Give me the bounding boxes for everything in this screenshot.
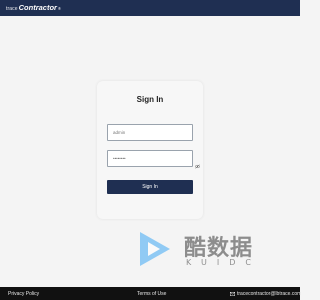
top-navbar: trace Contractor ® — [0, 0, 300, 16]
contact-email[interactable]: tracecontractor@lbtrace.com — [230, 291, 301, 297]
watermark-sub-text: KUIDC — [186, 258, 261, 267]
contact-email-text: tracecontractor@lbtrace.com — [237, 291, 302, 297]
play-icon — [140, 232, 170, 266]
watermark: 酷数据 KUIDC — [132, 226, 294, 272]
sign-in-button[interactable]: Sign In — [107, 180, 193, 194]
logo-main: Contractor — [18, 3, 57, 12]
footer: Privacy Policy Terms of Use tracecontrac… — [0, 287, 301, 300]
logo-registered-mark: ® — [57, 6, 61, 11]
terms-of-use-link[interactable]: Terms of Use — [137, 291, 166, 297]
privacy-policy-link[interactable]: Privacy Policy — [8, 291, 39, 297]
login-page: trace Contractor ® Sign In Sign In 酷数据 K… — [0, 0, 301, 300]
sign-in-card: Sign In Sign In — [97, 81, 203, 219]
sign-in-title: Sign In — [136, 95, 164, 104]
logo-prefix: trace — [6, 6, 18, 12]
mail-icon — [230, 292, 235, 296]
username-input[interactable] — [107, 124, 193, 141]
password-input[interactable] — [107, 150, 193, 167]
brand-logo[interactable]: trace Contractor ® — [6, 3, 61, 13]
eye-icon[interactable] — [195, 156, 200, 169]
